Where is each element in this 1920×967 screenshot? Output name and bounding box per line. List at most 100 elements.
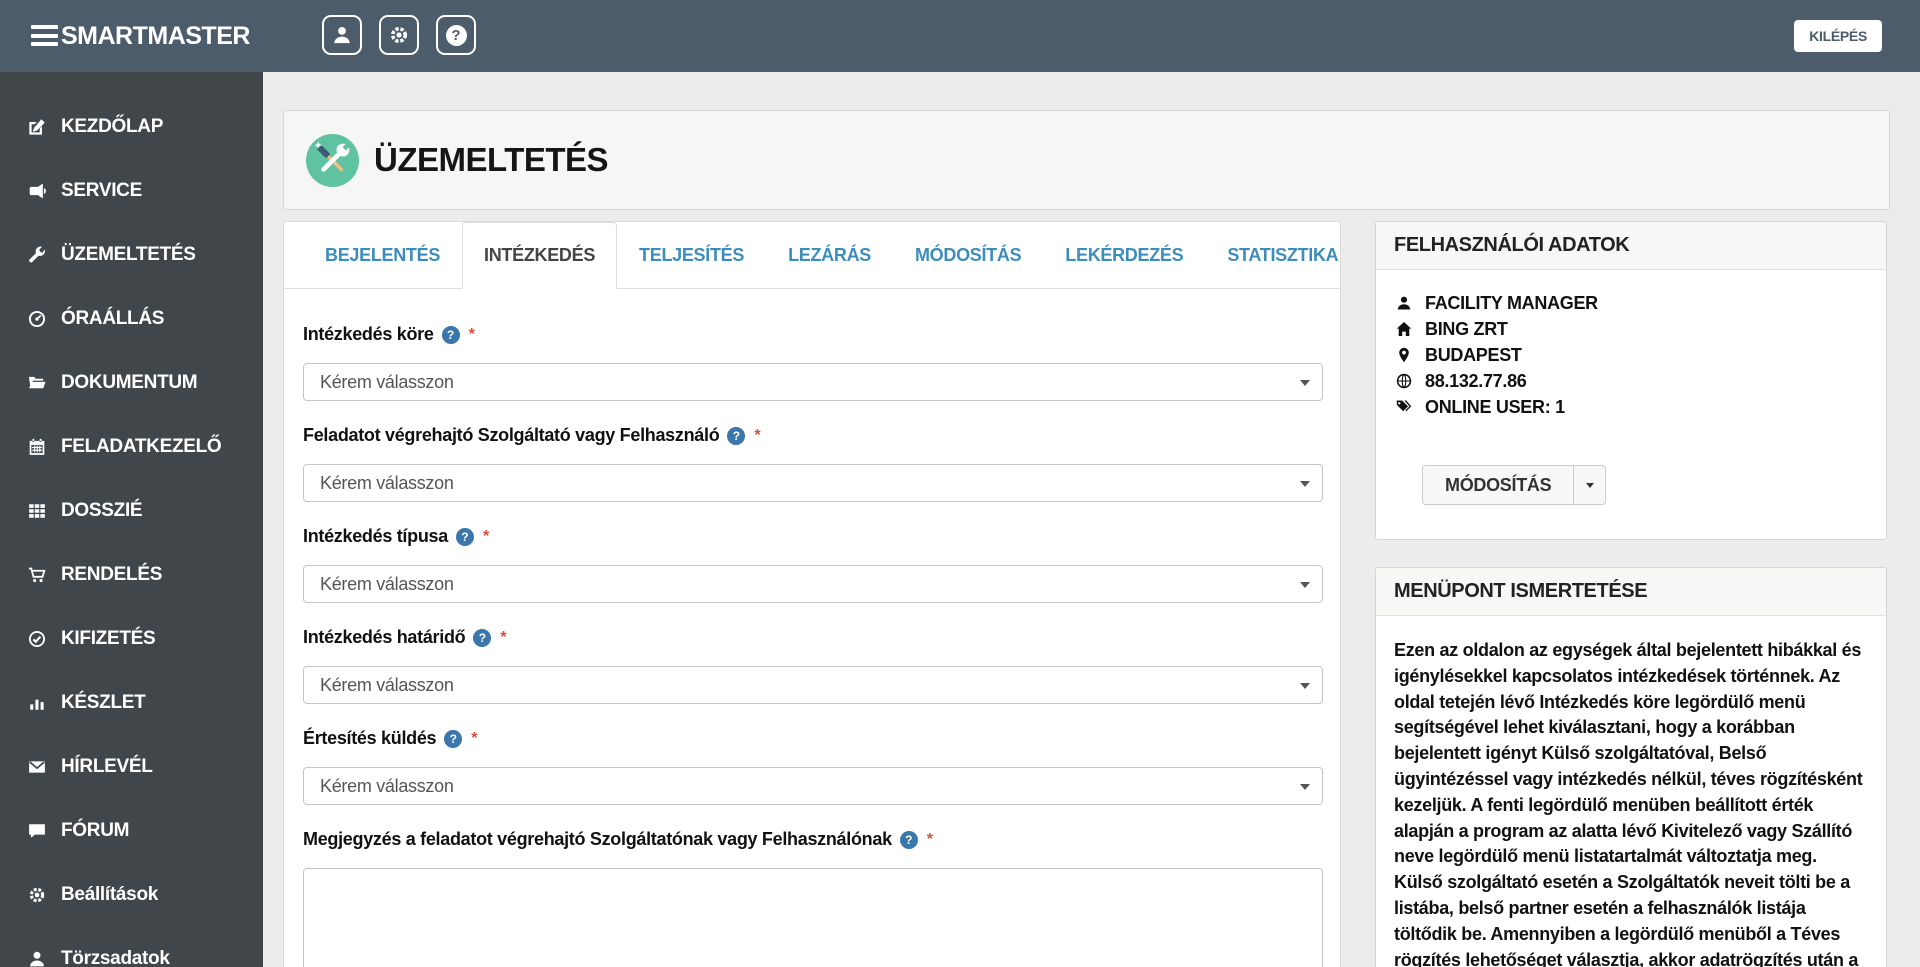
field-label: Megjegyzés a feladatot végrehajtó Szolgá… [303, 829, 892, 849]
help-button[interactable] [436, 15, 476, 55]
top-navbar: SMARTMASTER KILÉPÉS [0, 0, 1920, 72]
sidebar-item-label: ÜZEMELTETÉS [61, 244, 196, 265]
sidebar-item-kezdolap[interactable]: KEZDŐLAP [0, 95, 263, 159]
chevron-down-icon [1300, 582, 1310, 588]
tab-intezkedes[interactable]: INTÉZKEDÉS [462, 222, 618, 289]
sidebar-item-hirlevel[interactable]: HÍRLEVÉL [0, 735, 263, 799]
help-icon[interactable] [727, 426, 746, 445]
select-value: Kérem válasszon [320, 674, 454, 695]
required-asterisk: * [468, 325, 475, 343]
select-value: Kérem válasszon [320, 472, 454, 493]
sidebar-item-dosszie[interactable]: DOSSZIÉ [0, 479, 263, 543]
sidebar-item-kifizetes[interactable]: KIFIZETÉS [0, 607, 263, 671]
sidebar-item-feladatkezelo[interactable]: FELADATKEZELŐ [0, 415, 263, 479]
select-intezkedes-tipusa[interactable]: Kérem válasszon [303, 565, 1323, 603]
help-icon[interactable] [441, 325, 460, 344]
sidebar-item-service[interactable]: SERVICE [0, 159, 263, 223]
grid-icon [25, 502, 49, 520]
user-info-row: BING ZRT [1394, 316, 1868, 342]
sidebar-item-rendeles[interactable]: RENDELÉS [0, 543, 263, 607]
user-info-row: 88.132.77.86 [1394, 368, 1868, 394]
check-circle-icon [25, 630, 49, 648]
select-value: Kérem válasszon [320, 573, 454, 594]
question-icon [445, 24, 467, 46]
tab-label: STATISZTIKA [1227, 245, 1339, 265]
chevron-down-icon [1300, 380, 1310, 386]
sidebar-item-label: RENDELÉS [61, 564, 163, 585]
gear-icon [389, 25, 409, 45]
required-asterisk: * [500, 628, 507, 646]
profile-button[interactable] [322, 15, 362, 55]
comment-textarea[interactable] [303, 868, 1323, 967]
sidebar-item-uzemeltetes[interactable]: ÜZEMELTETÉS [0, 223, 263, 287]
user-data-card: FELHASZNÁLÓI ADATOK FACILITY MANAGER BING… [1375, 221, 1887, 540]
home-icon [1394, 321, 1413, 337]
tab-statisztika[interactable]: STATISZTIKA [1205, 222, 1360, 289]
tab-label: TELJESÍTÉS [639, 245, 745, 265]
sidebar-item-keszlet[interactable]: KÉSZLET [0, 671, 263, 735]
envelope-icon [25, 758, 49, 776]
form-group-intezkedes-tipusa: Intézkedés típusa * Kérem válasszon [303, 526, 1323, 603]
tachometer-icon [25, 310, 49, 328]
tab-teljesites[interactable]: TELJESÍTÉS [617, 222, 766, 289]
select-intezkedes-kore[interactable]: Kérem válasszon [303, 363, 1323, 401]
intezkedes-form: Intézkedés köre * Kérem válasszon Feladatot… [284, 289, 1340, 967]
modify-button[interactable]: MÓDOSÍTÁS [1422, 465, 1575, 505]
modify-split-button: MÓDOSÍTÁS [1422, 465, 1607, 505]
wrench-icon [25, 246, 49, 264]
user-info-row: ONLINE USER: 1 [1394, 394, 1868, 420]
required-asterisk: * [926, 830, 934, 848]
right-column: FELHASZNÁLÓI ADATOK FACILITY MANAGER BING… [1375, 221, 1887, 967]
form-group-ertesites-kuldes: Értesítés küldés * Kérem válasszon [303, 728, 1323, 805]
tab-lekerdezes[interactable]: LEKÉRDEZÉS [1043, 222, 1205, 289]
tab-bejelentes[interactable]: BEJELENTÉS [303, 222, 462, 289]
select-feladatot-vegrehajto-szolgaltato-vagy-fe[interactable]: Kérem válasszon [303, 464, 1323, 502]
menu-info-card: MENÜPONT ISMERTETÉSE Ezen az oldalon az … [1375, 567, 1887, 967]
user-icon [1394, 295, 1413, 311]
modify-dropdown-toggle[interactable] [1573, 465, 1607, 505]
chevron-down-icon [1300, 784, 1310, 790]
map-marker-icon [1394, 347, 1413, 363]
sidebar-item-label: HÍRLEVÉL [61, 756, 153, 777]
user-info-value: FACILITY MANAGER [1425, 292, 1598, 313]
sidebar-item-forum[interactable]: FÓRUM [0, 799, 263, 863]
user-info-value: ONLINE USER: 1 [1425, 396, 1565, 417]
sidebar-item-torzsadatok[interactable]: Törzsadatok [0, 927, 263, 967]
tab-modositas[interactable]: MÓDOSÍTÁS [893, 222, 1043, 289]
help-icon[interactable] [473, 628, 492, 647]
help-icon[interactable] [455, 527, 474, 546]
user-data-card-body: FACILITY MANAGER BING ZRT BUDAPEST 88.132.7… [1376, 270, 1886, 539]
logout-button[interactable]: KILÉPÉS [1794, 20, 1882, 52]
tab-lezaras[interactable]: LEZÁRÁS [766, 222, 893, 289]
form-group-megjegyzes-a-feladatot-vegrehajto-szolga: Megjegyzés a feladatot végrehajtó Szolgá… [303, 829, 1323, 967]
user-icon [25, 950, 49, 967]
sidebar-item-label: DOSSZIÉ [61, 500, 143, 521]
field-label: Feladatot végrehajtó Szolgáltató vagy Fe… [303, 425, 720, 445]
hamburger-menu-icon[interactable] [31, 25, 58, 51]
settings-button[interactable] [379, 15, 419, 55]
bullhorn-icon [25, 182, 49, 200]
field-label: Értesítés küldés [303, 728, 437, 748]
form-group-intezkedes-kore: Intézkedés köre * Kérem válasszon [303, 324, 1323, 401]
help-icon[interactable] [444, 729, 463, 748]
calendar-icon [25, 438, 49, 456]
sidebar-item-label: FÓRUM [61, 820, 130, 841]
tab-label: MÓDOSÍTÁS [914, 245, 1022, 265]
folder-open-icon [25, 374, 49, 392]
cart-icon [25, 566, 49, 584]
sidebar-item-oraallas[interactable]: ÓRAÁLLÁS [0, 287, 263, 351]
field-label: Intézkedés határidő [303, 627, 466, 647]
sidebar-item-label: Beállítások [61, 884, 159, 905]
tab-bar: BEJELENTÉS INTÉZKEDÉS TELJESÍTÉS LEZÁRÁS MÓD… [284, 222, 1340, 289]
help-icon[interactable] [899, 830, 918, 849]
chevron-down-icon [1300, 683, 1310, 689]
sidebar-item-beallitasok[interactable]: Beállítások [0, 863, 263, 927]
select-intezkedes-hatarido[interactable]: Kérem válasszon [303, 666, 1323, 704]
app-brand[interactable]: SMARTMASTER [61, 0, 250, 72]
comment-icon [25, 822, 49, 840]
tags-icon [1394, 399, 1413, 415]
sidebar-item-dokumentum[interactable]: DOKUMENTUM [0, 351, 263, 415]
select-ertesites-kuldes[interactable]: Kérem válasszon [303, 767, 1323, 805]
page-title: ÜZEMELTETÉS [374, 141, 609, 178]
menu-info-text: Ezen az oldalon az egységek által bejele… [1394, 640, 1863, 967]
